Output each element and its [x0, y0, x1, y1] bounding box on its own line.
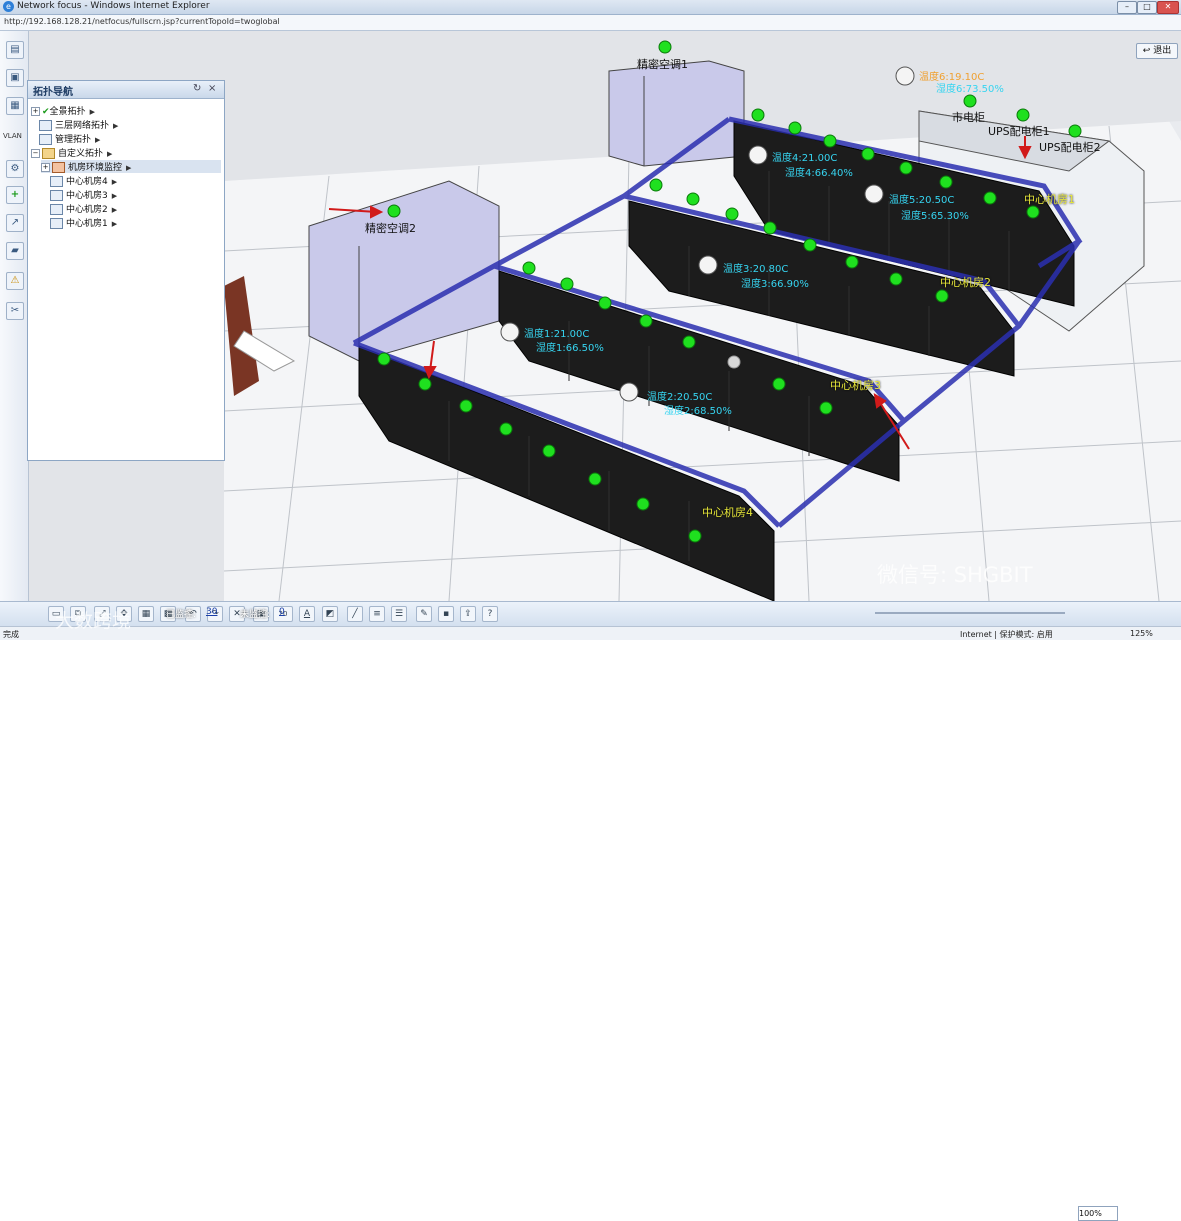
sensor-4-humidity: 湿度4:66.40% — [785, 168, 853, 179]
tree-label: 中心机房3 — [66, 191, 108, 201]
settings-icon[interactable]: ⚙ — [6, 160, 24, 178]
line-style-icon[interactable]: ≡ — [369, 606, 385, 622]
tree-label: 机房环境监控 — [68, 163, 123, 173]
sensor-2-temp: 温度2:20.50C — [647, 392, 713, 403]
window-title: Network focus - Windows Internet Explore… — [17, 1, 210, 11]
tree-label: 中心机房1 — [66, 219, 108, 229]
save-icon[interactable]: ▪ — [438, 606, 454, 622]
line-icon[interactable]: ╱ — [347, 606, 363, 622]
tree-node-room-3[interactable]: 中心机房3 ▶ — [50, 188, 117, 201]
minimize-button[interactable]: – — [1117, 1, 1137, 14]
panel-close-icon[interactable]: × — [208, 83, 216, 94]
panel-header: 拓扑导航 ↻ × — [28, 81, 224, 99]
ie-statusbar: 完成 Internet | 保护模式: 启用 125% — [0, 626, 1181, 640]
exit-label: 退出 — [1153, 46, 1172, 56]
topology-icon[interactable]: ▤ — [6, 41, 24, 59]
sensor-6-humidity: 湿度6:73.50% — [936, 84, 1004, 95]
maximize-button[interactable]: □ — [1137, 1, 1157, 14]
status-text: 完成 — [3, 630, 19, 639]
tree-node-room-1[interactable]: 中心机房1 ▶ — [50, 216, 117, 229]
zoom-select[interactable]: 100% — [1078, 1206, 1118, 1221]
city-power-cabinet-label[interactable]: 市电柜 — [952, 109, 985, 125]
sensor-5-temp: 温度5:20.50C — [889, 195, 955, 206]
ac-unit-1-label[interactable]: 精密空调1 — [637, 56, 688, 72]
sensor-3-humidity: 湿度3:66.90% — [741, 279, 809, 290]
sensor-5-humidity: 湿度5:65.30% — [901, 211, 969, 222]
paint-icon[interactable]: ✎ — [416, 606, 432, 622]
sensor-1-temp: 温度1:21.00C — [524, 329, 590, 340]
tree-node-env-monitor[interactable]: + 机房环境监控 ▶ — [41, 160, 221, 173]
tree-node-l3-network[interactable]: 三层网络拓扑 ▶ — [39, 118, 118, 131]
layout-icon[interactable]: ▦ — [138, 606, 154, 622]
topology-nav-panel: 拓扑导航 ↻ × + ✔全景拓扑 ▶ 三层网络拓扑 ▶ 管理拓扑 ▶ − 自定义拓扑 ▶ +… — [27, 80, 225, 461]
ups-cabinet-1-label[interactable]: UPS配电柜1 — [988, 123, 1050, 139]
unmonitored-count-link[interactable]: 0 — [279, 607, 285, 617]
grid-icon[interactable]: ▦ — [6, 97, 24, 115]
status-zoom[interactable]: 125% — [1130, 629, 1153, 638]
tree-label: 全景拓扑 — [49, 107, 86, 117]
unmonitored-text: 未监控: — [240, 610, 271, 620]
monitored-count-link[interactable]: 30 — [206, 607, 217, 617]
tree-node-room-2[interactable]: 中心机房2 ▶ — [50, 202, 117, 215]
tree-label: 自定义拓扑 — [58, 149, 104, 159]
zoom-slider[interactable] — [875, 612, 1065, 614]
security-zone[interactable]: Internet | 保护模式: 启用 — [960, 629, 1053, 640]
sensor-1-humidity: 湿度1:66.50% — [536, 343, 604, 354]
wechat-watermark: 微信号: SHGBIT — [877, 563, 1033, 587]
room-4-label[interactable]: 中心机房4 — [702, 504, 753, 520]
ie-icon: e — [3, 1, 14, 12]
exit-button[interactable]: ↩ 退出 — [1136, 43, 1178, 59]
address-url[interactable]: http://192.168.128.21/netfocus/fullscrn.… — [4, 17, 280, 26]
tools-icon[interactable]: ✂ — [6, 302, 24, 320]
ups-cabinet-2-label[interactable]: UPS配电柜2 — [1039, 139, 1101, 155]
left-toolbar: ▤ ▣ ▦ VLAN ⚙ + ↗ ▰ ⚠ ✂ — [0, 31, 29, 601]
tree-node-management[interactable]: 管理拓扑 ▶ — [39, 132, 100, 145]
tree-label: 中心机房2 — [66, 205, 108, 215]
chart-icon[interactable]: ↗ — [6, 214, 24, 232]
brand-watermark: 大数跨境 — [55, 610, 132, 632]
tree-label: 管理拓扑 — [55, 135, 92, 145]
sensor-4-temp: 温度4:21.00C — [772, 153, 838, 164]
refresh-icon[interactable]: ↻ — [193, 83, 201, 94]
close-window-button[interactable]: ✕ — [1157, 1, 1179, 14]
address-bar[interactable]: http://192.168.128.21/netfocus/fullscrn.… — [0, 15, 1181, 31]
tree-node-global[interactable]: + ✔全景拓扑 ▶ — [31, 104, 95, 117]
folder-icon[interactable]: ▰ — [6, 242, 24, 260]
sensor-3-temp: 温度3:20.80C — [723, 264, 789, 275]
exit-icon: ↩ — [1142, 46, 1154, 56]
ac-unit-2-label[interactable]: 精密空调2 — [365, 220, 416, 236]
room-1-label[interactable]: 中心机房1 — [1024, 191, 1075, 207]
room-3-label[interactable]: 中心机房3 — [830, 377, 881, 393]
panel-title: 拓扑导航 — [33, 87, 73, 98]
window-titlebar: e Network focus - Windows Internet Explo… — [0, 0, 1181, 15]
tree-label: 中心机房4 — [66, 177, 108, 187]
add-icon[interactable]: + — [6, 186, 24, 204]
tree-node-room-4[interactable]: 中心机房4 ▶ — [50, 174, 117, 187]
warning-icon[interactable]: ⚠ — [6, 272, 24, 290]
vlan-label[interactable]: VLAN — [3, 132, 22, 140]
room-2-label[interactable]: 中心机房2 — [940, 274, 991, 290]
export-icon[interactable]: ⇪ — [460, 606, 476, 622]
tree-label: 三层网络拓扑 — [55, 121, 110, 131]
monitored-text: 已监控: — [166, 610, 197, 620]
font-color-icon[interactable]: A — [299, 606, 315, 622]
line-width-icon[interactable]: ☰ — [391, 606, 407, 622]
window-icon[interactable]: ▣ — [6, 69, 24, 87]
tree-node-custom[interactable]: − 自定义拓扑 ▶ — [31, 146, 112, 159]
help-icon[interactable]: ? — [482, 606, 498, 622]
fill-color-icon[interactable]: ◩ — [322, 606, 338, 622]
sensor-2-humidity: 湿度2:68.50% — [664, 406, 732, 417]
